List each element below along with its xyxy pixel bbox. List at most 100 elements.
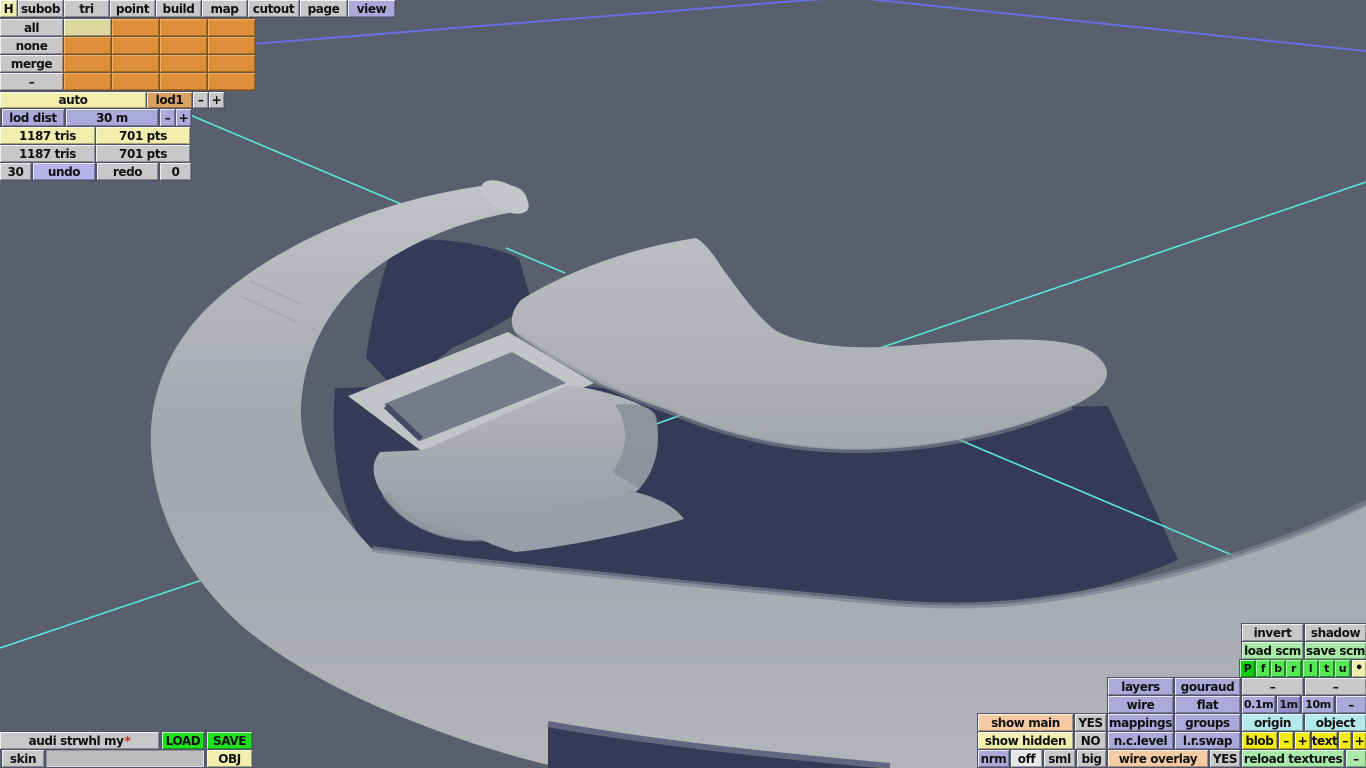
load-scm-button[interactable]: load scm: [1242, 642, 1303, 659]
save-scm-button[interactable]: save scm: [1305, 642, 1366, 659]
menu-item-h[interactable]: H: [0, 0, 17, 17]
blob-button[interactable]: blob: [1242, 732, 1277, 749]
subobject-slot-cell[interactable]: [64, 55, 111, 72]
subobject-slot-cell[interactable]: [208, 73, 255, 90]
nrm-off-button-active[interactable]: off: [1011, 750, 1042, 767]
scale-dash-button[interactable]: –: [1336, 696, 1366, 713]
groups-button[interactable]: groups: [1175, 714, 1240, 731]
gouraud-button[interactable]: gouraud: [1175, 678, 1240, 695]
subobject-slot-cell[interactable]: [208, 55, 255, 72]
viewport-3d[interactable]: [0, 0, 1366, 768]
menu-item-cutout[interactable]: cutout: [248, 0, 299, 17]
dash-button-2[interactable]: –: [1305, 678, 1366, 695]
lod-plus-button[interactable]: +: [209, 92, 224, 108]
shadow-button[interactable]: shadow: [1305, 624, 1366, 641]
subobject-slot-cell[interactable]: [112, 55, 159, 72]
view-back-button[interactable]: b: [1271, 660, 1285, 677]
lod-minus-button[interactable]: –: [193, 92, 208, 108]
modified-marker: *: [124, 733, 131, 748]
subobject-slot-cell[interactable]: [64, 37, 111, 54]
reload-dash-button[interactable]: –: [1346, 750, 1366, 767]
origin-button[interactable]: origin: [1242, 714, 1303, 731]
blob-plus-button[interactable]: +: [1295, 732, 1310, 749]
nrm-button[interactable]: nrm: [978, 750, 1009, 767]
filename-text: audi strwhl my: [28, 733, 124, 748]
nc-level-button[interactable]: n.c.level: [1108, 732, 1173, 749]
reload-textures-button[interactable]: reload textures: [1242, 750, 1344, 767]
lod-name-button[interactable]: lod1: [147, 92, 192, 108]
app-window: H subob tri point build map cutout page …: [0, 0, 1366, 768]
subobject-slot-cell[interactable]: [160, 73, 207, 90]
redo-button[interactable]: redo: [97, 163, 158, 180]
filename-field[interactable]: audi strwhl my *: [0, 732, 159, 749]
select-none-button[interactable]: none: [0, 37, 63, 54]
subobject-slot-cell[interactable]: [160, 19, 207, 36]
mappings-button[interactable]: mappings: [1108, 714, 1173, 731]
lod-dist-label[interactable]: lod dist: [2, 109, 64, 126]
view-top-button[interactable]: t: [1319, 660, 1334, 677]
subobject-slot-cell[interactable]: [160, 37, 207, 54]
menu-item-view-active[interactable]: view: [348, 0, 395, 17]
subobject-slot-cell[interactable]: [208, 19, 255, 36]
menu-item-point[interactable]: point: [110, 0, 155, 17]
wire-button[interactable]: wire: [1108, 696, 1173, 713]
menu-item-build[interactable]: build: [156, 0, 201, 17]
subobject-slot-cell[interactable]: [160, 55, 207, 72]
lod-dist-value[interactable]: 30 m: [66, 109, 158, 126]
subobject-slot-cell[interactable]: [64, 73, 111, 90]
scale-10m-button[interactable]: 10m: [1302, 696, 1334, 713]
layers-button[interactable]: layers: [1108, 678, 1173, 695]
select-all-button[interactable]: all: [0, 19, 63, 36]
flat-button[interactable]: flat: [1175, 696, 1240, 713]
show-main-toggle[interactable]: YES: [1075, 714, 1106, 731]
subobject-slot-cell[interactable]: [112, 73, 159, 90]
text-button[interactable]: text: [1312, 732, 1338, 749]
scale-0-1m-button[interactable]: 0.1m: [1242, 696, 1275, 713]
text-plus-button[interactable]: +: [1353, 732, 1366, 749]
view-perspective-button[interactable]: P: [1240, 660, 1255, 677]
menu-item-subob[interactable]: subob: [18, 0, 63, 17]
show-hidden-toggle[interactable]: NO: [1075, 732, 1106, 749]
subobject-slot-cell[interactable]: [112, 37, 159, 54]
scale-1m-button-active[interactable]: 1m: [1277, 696, 1300, 713]
invert-button[interactable]: invert: [1242, 624, 1303, 641]
view-right-button[interactable]: r: [1286, 660, 1301, 677]
lod-dist-plus-button[interactable]: +: [176, 109, 191, 126]
view-front-button[interactable]: f: [1256, 660, 1270, 677]
object-button[interactable]: object: [1305, 714, 1366, 731]
view-under-button[interactable]: u: [1335, 660, 1350, 677]
dot-indicator-button[interactable]: •: [1352, 660, 1366, 677]
select-dash-button[interactable]: –: [0, 73, 63, 90]
wire-overlay-button[interactable]: wire overlay: [1108, 750, 1208, 767]
nrm-sml-button[interactable]: sml: [1044, 750, 1075, 767]
undo-steps-count: 30: [0, 163, 31, 180]
lr-swap-button[interactable]: l.r.swap: [1175, 732, 1240, 749]
pts-count-current: 701 pts: [96, 127, 190, 144]
view-left-button[interactable]: l: [1303, 660, 1318, 677]
save-button[interactable]: SAVE: [207, 732, 252, 749]
merge-button[interactable]: merge: [0, 55, 63, 72]
subobject-slot-cell[interactable]: [112, 19, 159, 36]
obj-export-button[interactable]: OBJ: [207, 750, 252, 767]
lod-dist-minus-button[interactable]: –: [160, 109, 175, 126]
redo-steps-count: 0: [160, 163, 191, 180]
dash-button-1[interactable]: –: [1242, 678, 1303, 695]
subobject-slot-cell[interactable]: [208, 37, 255, 54]
menu-item-tri[interactable]: tri: [64, 0, 109, 17]
pts-count-lod: 701 pts: [96, 145, 190, 162]
subobject-slot-grid: [64, 19, 255, 90]
text-minus-button[interactable]: –: [1339, 732, 1351, 749]
menu-item-map[interactable]: map: [202, 0, 247, 17]
menu-item-page[interactable]: page: [300, 0, 347, 17]
nrm-big-button[interactable]: big: [1077, 750, 1106, 767]
blob-minus-button[interactable]: –: [1279, 732, 1293, 749]
lod-auto-button[interactable]: auto: [0, 92, 146, 108]
show-main-button[interactable]: show main: [978, 714, 1073, 731]
load-button[interactable]: LOAD: [162, 732, 204, 749]
wire-overlay-toggle[interactable]: YES: [1210, 750, 1240, 767]
show-hidden-button[interactable]: show hidden: [978, 732, 1073, 749]
skin-button[interactable]: skin: [2, 750, 44, 767]
subobject-slot-cell[interactable]: [64, 19, 111, 36]
skin-name-field[interactable]: [46, 750, 204, 767]
undo-button[interactable]: undo: [33, 163, 95, 180]
